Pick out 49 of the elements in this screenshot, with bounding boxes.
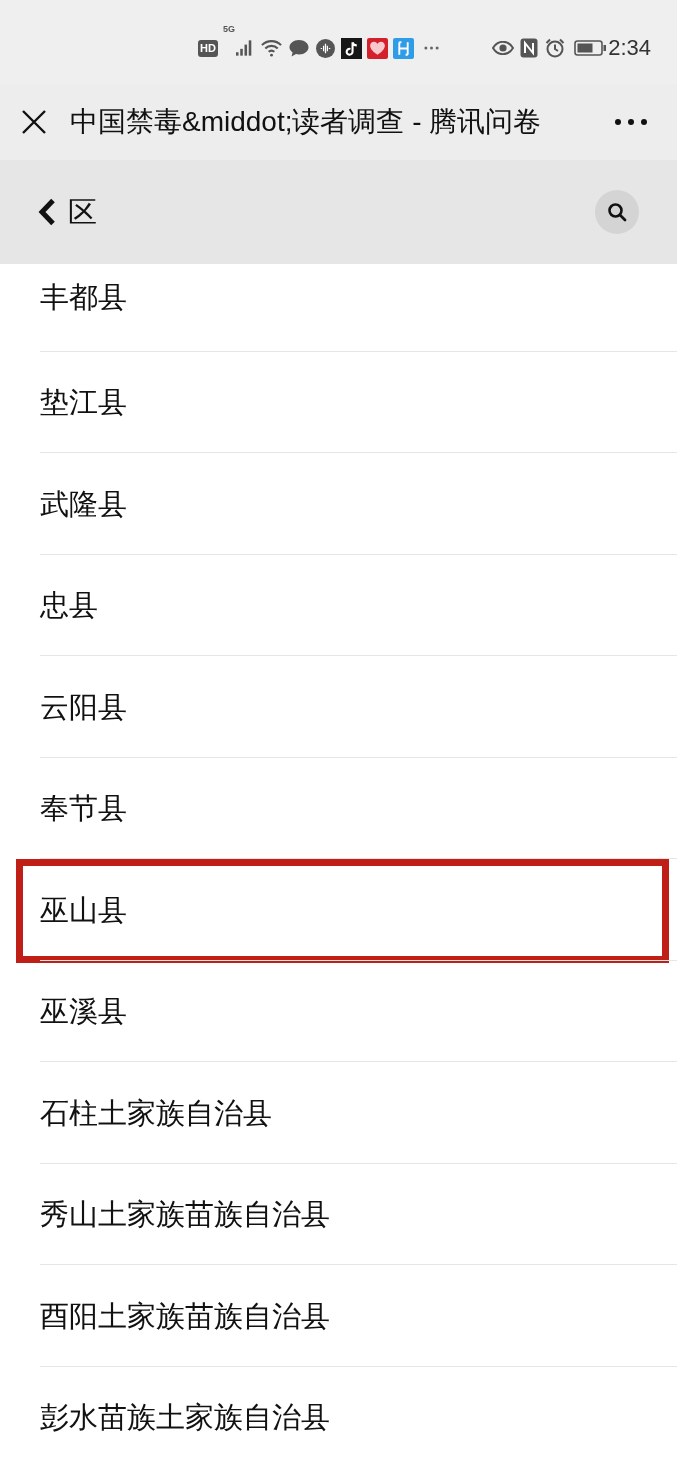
wifi-icon <box>260 39 282 57</box>
more-button[interactable] <box>615 119 647 125</box>
list-item-label: 巫山县 <box>40 892 127 928</box>
search-button[interactable] <box>595 190 639 234</box>
battery-icon <box>574 40 607 56</box>
list-item[interactable]: 巫溪县 <box>0 960 677 1062</box>
list-item[interactable]: 秀山土家族苗族自治县 <box>0 1163 677 1265</box>
hd-badge: HD <box>198 39 218 57</box>
chevron-left-icon <box>38 198 56 226</box>
list-item[interactable]: 垫江县 <box>0 351 677 453</box>
alarm-clock-icon <box>545 38 566 58</box>
list-item-label: 巫溪县 <box>40 994 127 1030</box>
list-item-label: 奉节县 <box>40 791 127 827</box>
list-item[interactable]: 丰都县 <box>0 264 677 352</box>
list-item[interactable]: 武隆县 <box>0 453 677 555</box>
eye-icon <box>492 41 515 55</box>
more-icon <box>615 119 647 125</box>
clock-time: 2:34 <box>608 35 651 61</box>
list-item[interactable]: 石柱土家族自治县 <box>0 1062 677 1164</box>
audio-wave-icon <box>315 38 335 58</box>
more-notifications-icon <box>423 46 439 50</box>
close-icon <box>22 110 46 134</box>
list-item[interactable]: 云阳县 <box>0 656 677 758</box>
list-item-label: 秀山土家族苗族自治县 <box>40 1197 330 1233</box>
window-title: 中国禁毒&middot;读者调查 - 腾讯问卷 <box>70 105 543 139</box>
list-item-label: 垫江县 <box>40 385 127 421</box>
list-item-label: 武隆县 <box>40 486 127 522</box>
signal-icon <box>235 40 253 56</box>
list-item-label: 石柱土家族自治县 <box>40 1095 272 1131</box>
nfc-icon <box>520 38 539 58</box>
close-button[interactable] <box>22 110 46 134</box>
chat-bubble-icon <box>288 39 309 57</box>
back-button[interactable] <box>38 198 56 226</box>
search-icon <box>607 202 627 222</box>
page-title: 区 <box>68 195 98 229</box>
heart-app-icon <box>366 37 388 59</box>
list-item-label: 忠县 <box>40 588 98 624</box>
list-item-label: 酉阳土家族苗族自治县 <box>40 1298 330 1334</box>
list-item[interactable]: 酉阳土家族苗族自治县 <box>0 1265 677 1367</box>
network-label: 5G <box>222 23 235 34</box>
list-item[interactable]: 奉节县 <box>0 757 677 859</box>
list-item-label: 丰都县 <box>40 280 127 316</box>
list-item[interactable]: 巫山县 <box>0 859 677 961</box>
list-item[interactable]: 忠县 <box>0 554 677 656</box>
bracket-app-icon <box>392 37 414 59</box>
list-item-label: 云阳县 <box>40 689 127 725</box>
list-item[interactable]: 彭水苗族土家族自治县 <box>0 1366 677 1467</box>
list-item-label: 彭水苗族土家族自治县 <box>40 1400 330 1436</box>
music-note-app-icon <box>340 37 362 59</box>
